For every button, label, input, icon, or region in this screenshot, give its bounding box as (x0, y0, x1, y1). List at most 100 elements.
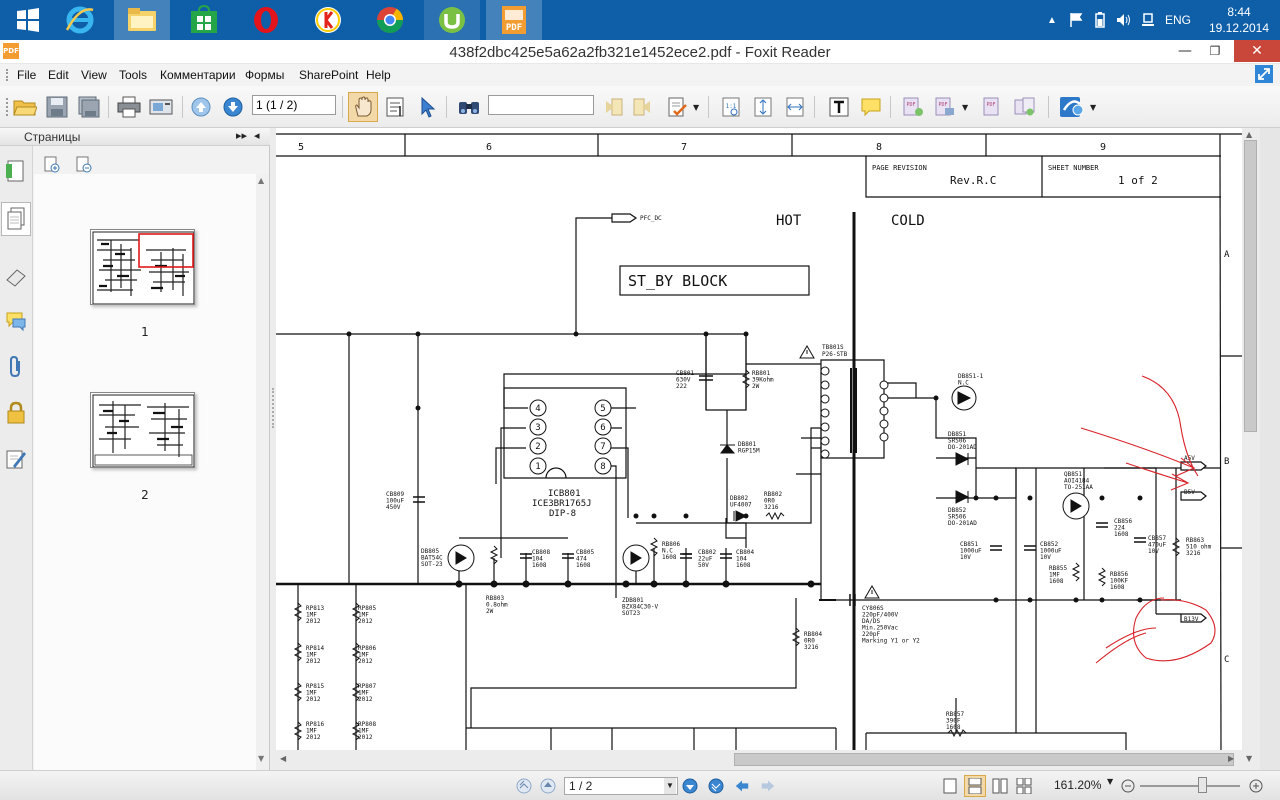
note-button[interactable] (858, 94, 884, 120)
minimize-button[interactable]: — (1170, 40, 1200, 62)
taskbar-utorrent[interactable] (424, 0, 480, 40)
taskbar-foxit[interactable]: PDF (486, 0, 542, 40)
taskbar-ie[interactable] (52, 0, 108, 40)
taskbar-yandex[interactable] (300, 0, 356, 40)
zoom-dropdown-icon[interactable]: ▼ (1107, 777, 1113, 786)
comment-tools-button[interactable] (664, 94, 690, 120)
zoom-level[interactable]: 161.20% (1054, 778, 1101, 792)
chevron-down-icon[interactable]: ▼ (664, 778, 676, 794)
scroll-up-icon[interactable]: ▲ (1246, 130, 1252, 139)
continuous-facing-view-button[interactable] (1016, 778, 1032, 794)
pages-tab[interactable] (1, 202, 31, 236)
single-page-view-button[interactable] (942, 778, 958, 794)
pdf-pages-button[interactable]: PDF (980, 94, 1006, 120)
page-thumbnail-1[interactable] (90, 229, 195, 305)
fit-page-icon (754, 97, 772, 117)
vertical-scroll-thumb[interactable] (1244, 140, 1257, 432)
thumbnail-scrollbar[interactable]: ▲ ▼ (256, 174, 269, 770)
menu-comments[interactable]: Комментарии (160, 68, 236, 82)
start-button[interactable] (0, 0, 56, 40)
menu-edit[interactable]: Edit (48, 68, 69, 82)
pdf-organize-button[interactable] (1012, 94, 1038, 120)
menu-view[interactable]: View (81, 68, 107, 82)
typewriter-button[interactable] (826, 94, 852, 120)
page-number-input[interactable] (252, 95, 336, 115)
file-explorer-icon (128, 8, 156, 31)
taskbar-explorer[interactable] (114, 0, 170, 40)
zoom-in-button[interactable] (1248, 778, 1264, 794)
actual-size-button[interactable]: 1:1 (718, 94, 744, 120)
select-text-button[interactable] (382, 94, 408, 120)
create-pdf-button[interactable]: PDF (900, 94, 926, 120)
first-page-button[interactable] (516, 778, 532, 794)
scroll-down-icon[interactable]: ▼ (258, 754, 264, 763)
attachments-tab[interactable] (4, 354, 28, 380)
maximize-button[interactable]: ❐ (1200, 40, 1230, 62)
tray-volume[interactable] (1114, 0, 1134, 40)
double-chevron-right-icon[interactable]: ▸▸ (236, 129, 247, 142)
menu-file[interactable]: File (17, 68, 36, 82)
layers-tab[interactable] (4, 264, 28, 290)
next-page-button[interactable] (220, 94, 246, 120)
scroll-up-icon[interactable]: ▲ (258, 176, 264, 185)
signatures-tab[interactable] (4, 446, 28, 472)
collapse-panel-icon[interactable]: ◂ (254, 129, 260, 142)
tray-overflow-button[interactable]: ▲ (1042, 0, 1062, 40)
chevron-down-icon[interactable]: ▼ (1090, 103, 1096, 112)
email-button[interactable] (148, 94, 174, 120)
comments-tab[interactable] (4, 308, 28, 334)
save-button[interactable] (44, 94, 70, 120)
tray-power[interactable] (1090, 0, 1110, 40)
horizontal-scrollbar[interactable]: ◀ ▶ (276, 750, 1242, 770)
open-button[interactable] (12, 94, 38, 120)
select-tool-button[interactable] (414, 94, 440, 120)
print-button[interactable] (116, 94, 142, 120)
next-page-status-button[interactable] (682, 778, 698, 794)
fit-page-button[interactable] (750, 94, 776, 120)
zoom-slider-thumb[interactable] (1198, 777, 1207, 793)
taskbar-opera[interactable] (238, 0, 294, 40)
previous-page-button[interactable] (188, 94, 214, 120)
menu-sharepoint[interactable]: SharePoint (299, 68, 358, 82)
security-tab[interactable] (4, 400, 28, 426)
scroll-right-icon[interactable]: ▶ (1228, 754, 1234, 763)
chevron-down-icon[interactable]: ▼ (962, 103, 968, 112)
scroll-left-icon[interactable]: ◀ (280, 754, 286, 763)
find-text-input[interactable] (488, 95, 594, 115)
close-button[interactable]: ✕ (1234, 40, 1280, 62)
find-next-button[interactable] (630, 94, 656, 120)
page-select[interactable]: 1 / 2 ▼ (564, 777, 678, 795)
tray-network[interactable] (1138, 0, 1158, 40)
zoom-out-button[interactable] (1120, 778, 1136, 794)
taskbar-store[interactable] (176, 0, 232, 40)
zoom-slider-track[interactable] (1140, 785, 1240, 787)
sharepoint-button[interactable] (1058, 94, 1086, 120)
tray-action-center[interactable] (1066, 0, 1086, 40)
facing-view-button[interactable] (992, 778, 1008, 794)
horizontal-scroll-thumb[interactable] (734, 753, 1234, 766)
back-view-button[interactable] (734, 778, 750, 794)
save-all-button[interactable] (76, 94, 102, 120)
vertical-scrollbar[interactable]: ▲ ▼ (1242, 128, 1260, 770)
scroll-down-icon[interactable]: ▼ (1246, 754, 1252, 763)
document-view[interactable]: 4 3 2 1 5 6 7 8 5 6 7 8 9 A B C PAGE REV… (276, 128, 1242, 750)
page-thumbnail-2[interactable] (90, 392, 195, 468)
continuous-view-button[interactable] (964, 775, 986, 797)
forward-view-button[interactable] (760, 778, 776, 794)
fit-width-button[interactable] (782, 94, 808, 120)
menu-forms[interactable]: Формы (245, 68, 284, 82)
chevron-down-icon[interactable]: ▼ (693, 103, 699, 112)
fullscreen-button[interactable] (1254, 64, 1274, 84)
pdf-from-file-button[interactable]: PDF (932, 94, 958, 120)
menu-help[interactable]: Help (366, 68, 391, 82)
bookmarks-tab[interactable] (4, 158, 28, 184)
last-page-button[interactable] (708, 778, 724, 794)
language-indicator[interactable]: ENG (1158, 0, 1198, 40)
taskbar-chrome[interactable] (362, 0, 418, 40)
clock[interactable]: 8:44 19.12.2014 (1206, 0, 1272, 40)
find-previous-button[interactable] (600, 94, 626, 120)
find-button[interactable] (456, 94, 482, 120)
hand-tool-button[interactable] (348, 92, 378, 122)
menu-tools[interactable]: Tools (119, 68, 147, 82)
prev-page-status-button[interactable] (540, 778, 556, 794)
